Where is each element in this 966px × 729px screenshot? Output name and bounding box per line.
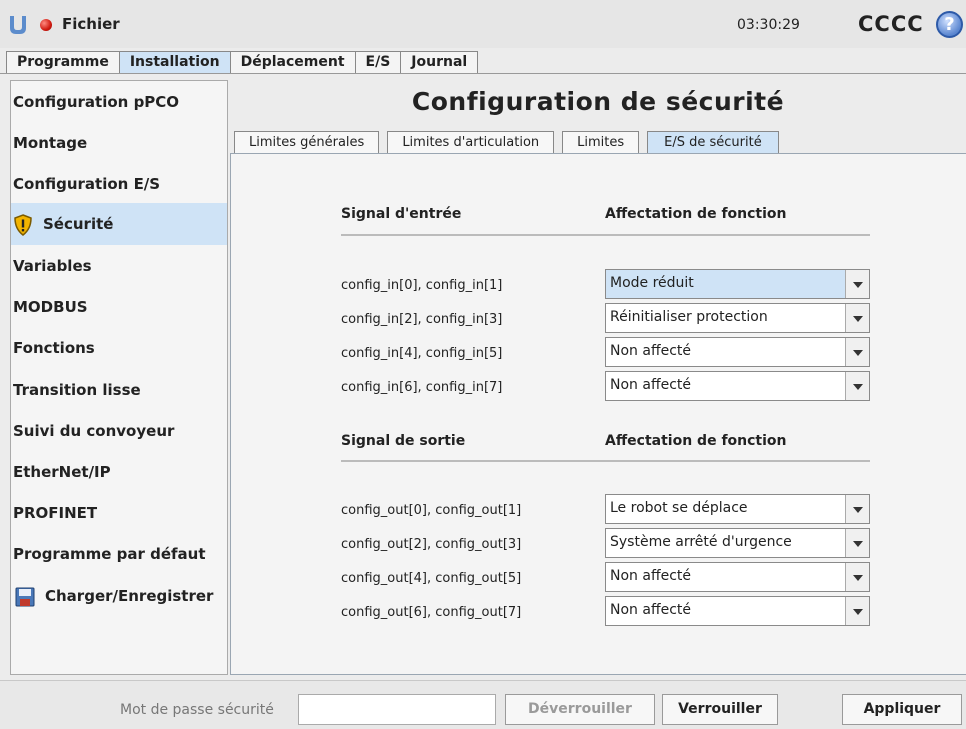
sidebar: Configuration pPCO Montage Configuration… [10,80,228,675]
input-function-select[interactable]: Non affecté [605,337,870,367]
output-function-select[interactable]: Non affecté [605,596,870,626]
tabs-divider [0,73,966,74]
sidebar-item-configuration-ppco[interactable]: Configuration pPCO [11,81,227,123]
output-function-select[interactable]: Le robot se déplace [605,494,870,524]
output-function-select[interactable]: Non affecté [605,562,870,592]
sub-tabs: Limites générales Limites d'articulation… [234,131,787,154]
output-function-select[interactable]: Système arrêté d'urgence [605,528,870,558]
page-title: Configuration de sécurité [411,87,785,116]
sidebar-item-charger-enregistrer[interactable]: Charger/Enregistrer [11,575,227,617]
output-signal-label: config_out[2], config_out[3] [341,537,522,552]
select-value: Non affecté [610,602,691,618]
top-bar: Fichier 03:30:29 CCCC ? [0,0,966,48]
select-value: Réinitialiser protection [610,309,768,325]
select-value: Mode réduit [610,275,694,291]
input-function-header: Affectation de fonction [605,206,787,222]
tab-programme[interactable]: Programme [6,51,120,74]
file-menu[interactable]: Fichier [62,15,120,33]
tab-limites-articulation[interactable]: Limites d'articulation [387,131,555,154]
select-value: Système arrêté d'urgence [610,534,792,550]
help-icon[interactable]: ? [936,11,963,38]
input-signal-header: Signal d'entrée [341,206,462,222]
output-signal-label: config_out[6], config_out[7] [341,605,522,620]
tab-installation[interactable]: Installation [118,51,231,74]
select-value: Non affecté [610,343,691,359]
sidebar-item-profinet[interactable]: PROFINET [11,492,227,534]
input-signal-label: config_in[0], config_in[1] [341,278,503,293]
input-signal-label: config_in[6], config_in[7] [341,380,503,395]
divider [341,460,870,462]
chevron-down-icon [845,529,869,557]
warning-shield-icon [14,213,32,236]
chevron-down-icon [845,597,869,625]
tab-es[interactable]: E/S [354,51,402,74]
save-disk-icon [15,587,35,606]
apply-button[interactable]: Appliquer [842,694,962,725]
universal-robots-logo-icon [10,16,26,34]
output-signal-header: Signal de sortie [341,433,466,449]
tab-journal[interactable]: Journal [400,51,479,74]
output-function-header: Affectation de fonction [605,433,787,449]
input-signal-label: config_in[2], config_in[3] [341,312,503,327]
password-label: Mot de passe sécurité [120,702,274,718]
sidebar-item-suivi-convoyeur[interactable]: Suivi du convoyeur [11,410,227,452]
tab-deplacement[interactable]: Déplacement [229,51,356,74]
tab-limites[interactable]: Limites [562,131,640,154]
tab-es-securite[interactable]: E/S de sécurité [647,131,779,154]
content-panel: Configuration de sécurité Limites généra… [230,80,966,675]
bottom-bar: Mot de passe sécurité Déverrouiller Verr… [0,680,966,729]
divider [341,234,870,236]
sidebar-item-ethernet-ip[interactable]: EtherNet/IP [11,451,227,493]
output-signal-label: config_out[4], config_out[5] [341,571,522,586]
select-value: Le robot se déplace [610,500,748,516]
chevron-down-icon [845,563,869,591]
chevron-down-icon [845,372,869,400]
input-function-select[interactable]: Réinitialiser protection [605,303,870,333]
sidebar-item-label: Sécurité [43,215,114,233]
status-dot-icon[interactable] [40,19,52,31]
safety-password-input[interactable] [298,694,496,725]
robot-name: CCCC [858,12,924,36]
select-value: Non affecté [610,377,691,393]
sidebar-item-modbus[interactable]: MODBUS [11,286,227,328]
unlock-button[interactable]: Déverrouiller [505,694,655,725]
input-function-select[interactable]: Non affecté [605,371,870,401]
main-tabs: Programme Installation Déplacement E/S J… [6,51,479,74]
sidebar-item-variables[interactable]: Variables [11,245,227,287]
lock-button[interactable]: Verrouiller [662,694,778,725]
select-value: Non affecté [610,568,691,584]
sidebar-item-transition-lisse[interactable]: Transition lisse [11,369,227,411]
tab-limites-generales[interactable]: Limites générales [234,131,380,154]
chevron-down-icon [845,495,869,523]
sidebar-item-configuration-es[interactable]: Configuration E/S [11,163,227,205]
sidebar-item-fonctions[interactable]: Fonctions [11,327,227,369]
sidebar-item-label: Charger/Enregistrer [45,587,214,605]
chevron-down-icon [845,304,869,332]
sidebar-item-montage[interactable]: Montage [11,122,227,164]
input-signal-label: config_in[4], config_in[5] [341,346,503,361]
clock: 03:30:29 [737,17,800,33]
sidebar-item-programme-defaut[interactable]: Programme par défaut [11,533,227,575]
chevron-down-icon [845,338,869,366]
safety-io-panel: Signal d'entrée Affectation de fonction … [230,153,966,675]
output-signal-label: config_out[0], config_out[1] [341,503,522,518]
sidebar-item-securite[interactable]: Sécurité [11,203,227,245]
chevron-down-icon [845,270,869,298]
input-function-select[interactable]: Mode réduit [605,269,870,299]
